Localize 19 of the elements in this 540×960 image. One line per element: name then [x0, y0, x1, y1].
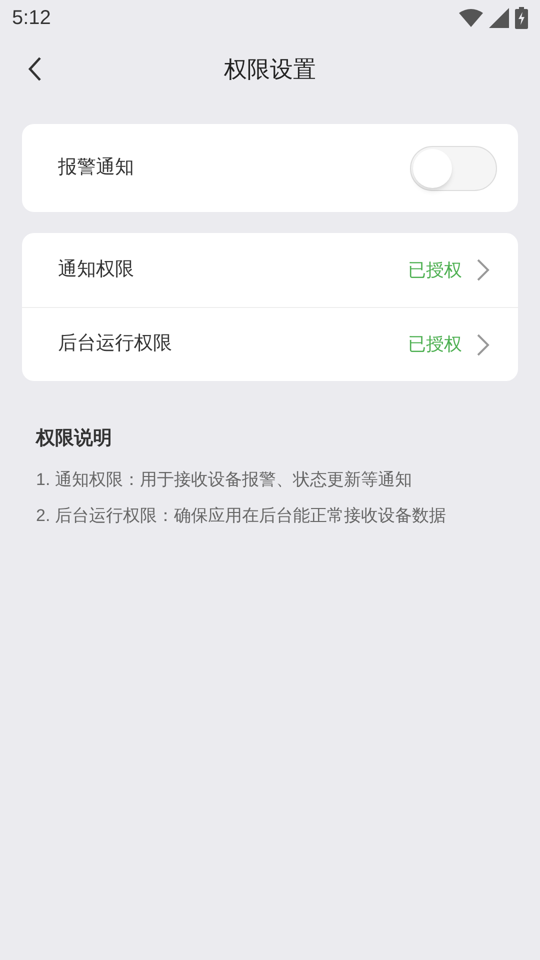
alarm-label: 报警通知 [58, 156, 134, 180]
alarm-toggle[interactable] [410, 146, 497, 190]
permission-row[interactable]: 通知权限 已授权 [22, 233, 518, 307]
chevron-icon [476, 258, 490, 282]
page-title: 权限设置 [224, 54, 316, 84]
back-icon [27, 56, 43, 82]
status-time: 5:12 [12, 6, 51, 31]
permission-label: 后台运行权限 [58, 332, 172, 356]
signal-icon [489, 8, 509, 28]
explanation-title: 权限说明 [36, 427, 113, 451]
chevron-icon [476, 332, 490, 356]
permission-status: 已授权 [408, 258, 462, 282]
explanation-line: 2. 后台运行权限：确保应用在后台能正常接收设备数据 [36, 504, 447, 526]
permission-label: 通知权限 [58, 258, 134, 282]
battery-icon [515, 7, 528, 29]
explanation-line: 1. 通知权限：用于接收设备报警、状态更新等通知 [36, 468, 413, 490]
permission-row[interactable]: 后台运行权限 已授权 [22, 307, 518, 381]
wifi-icon [459, 9, 483, 27]
permission-status: 已授权 [408, 333, 462, 356]
